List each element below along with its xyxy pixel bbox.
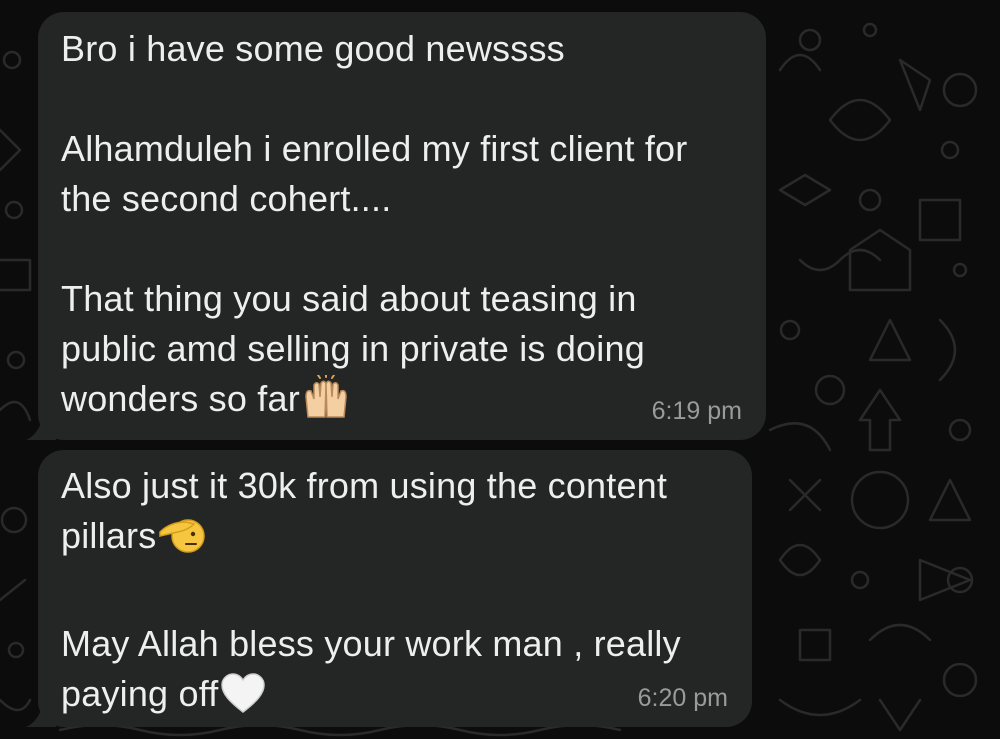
message-timestamp: 6:19 pm xyxy=(651,397,742,425)
message-line: the second cohert.... xyxy=(61,178,392,219)
message-bubble-2[interactable]: Also just it 30k from using the content … xyxy=(26,450,752,727)
saluting-face-icon xyxy=(158,512,206,569)
chat-view: Bro i have some good newssss Alhamduleh … xyxy=(0,0,1000,739)
message-line: That thing you said about teasing in xyxy=(61,278,637,319)
message-line: Bro i have some good newssss xyxy=(61,28,565,69)
message-line: wonders so far xyxy=(61,378,300,419)
message-text: Bro i have some good newssss Alhamduleh … xyxy=(61,24,687,432)
bubble-tail xyxy=(26,699,56,727)
message-line: May Allah bless your work man , really xyxy=(61,623,681,664)
raising-hands-icon xyxy=(302,373,350,432)
message-line: Also just it 30k from using the content xyxy=(61,465,668,506)
bubble-tail xyxy=(26,412,56,440)
message-timestamp: 6:20 pm xyxy=(637,684,728,712)
message-line: pillars xyxy=(61,515,157,556)
message-line: Alhamduleh i enrolled my first client fo… xyxy=(61,128,688,169)
message-line: paying off xyxy=(61,673,219,714)
white-heart-icon xyxy=(220,672,266,727)
message-text: Also just it 30k from using the content … xyxy=(61,461,681,727)
message-bubble-1[interactable]: Bro i have some good newssss Alhamduleh … xyxy=(26,12,766,440)
message-line: public amd selling in private is doing xyxy=(61,328,645,369)
